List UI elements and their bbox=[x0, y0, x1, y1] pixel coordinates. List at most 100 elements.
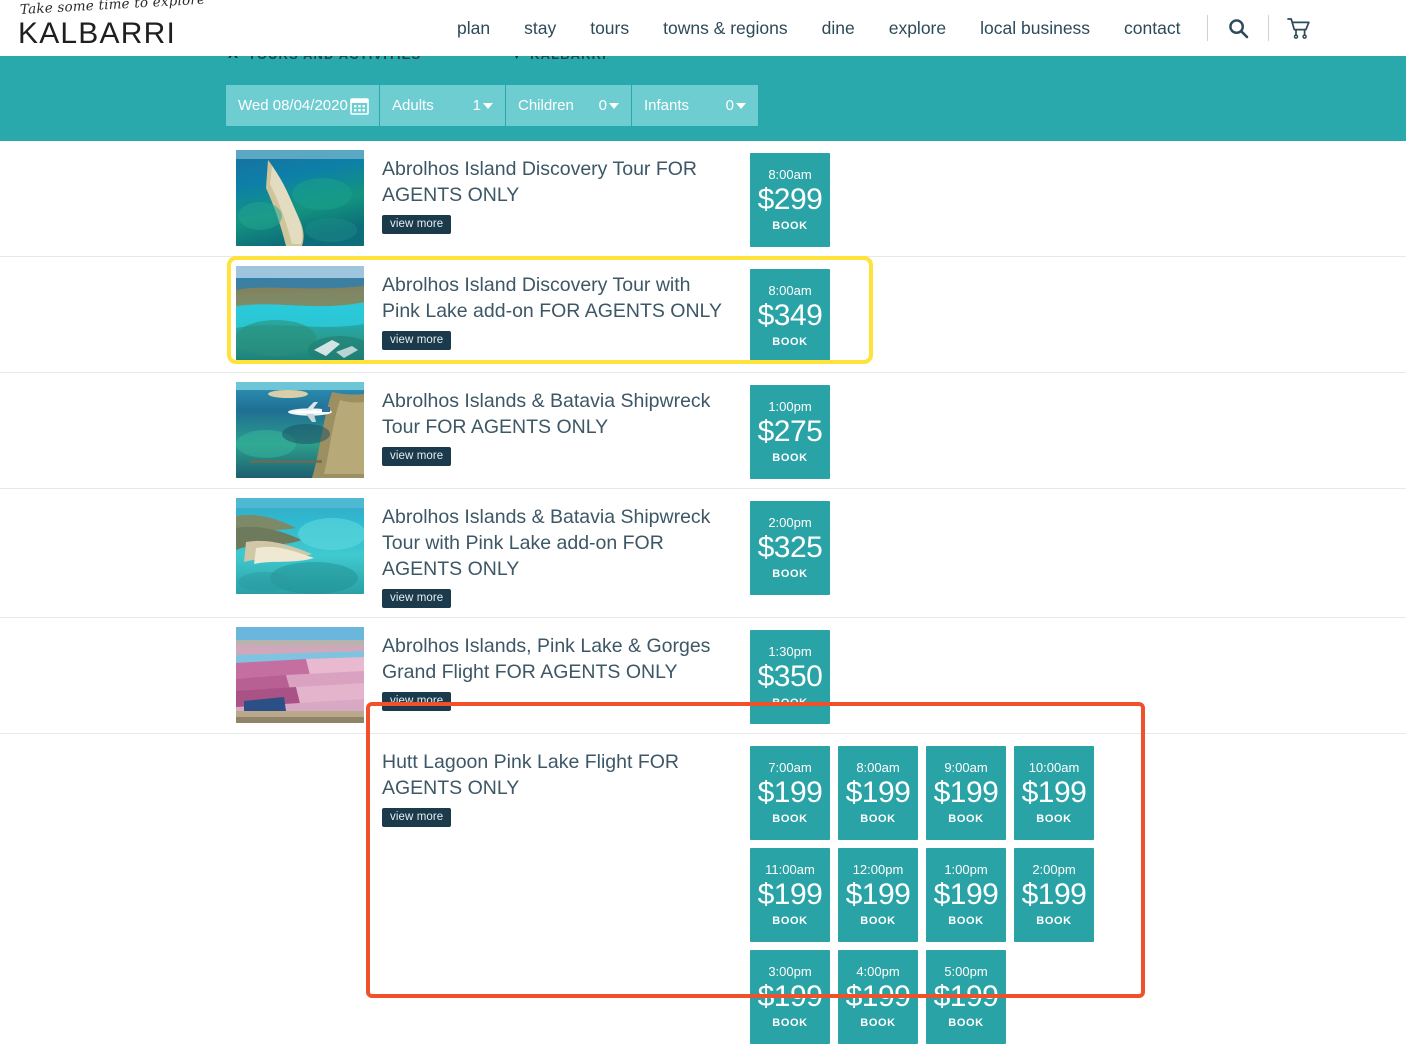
pink-lake-salt-ponds-photo[interactable] bbox=[236, 627, 364, 723]
table-row[interactable]: Abrolhos Island Discovery Tour FOR AGENT… bbox=[0, 141, 1406, 257]
slot-time: 7:00am bbox=[768, 760, 812, 775]
book-label: BOOK bbox=[772, 697, 808, 709]
infants-value: 0 bbox=[725, 97, 734, 114]
chevron-down-icon[interactable] bbox=[483, 102, 493, 109]
calendar-icon[interactable] bbox=[350, 96, 369, 115]
children-label: Children bbox=[518, 97, 574, 114]
slot-price: $199 bbox=[1021, 776, 1087, 809]
book-label: BOOK bbox=[860, 915, 896, 927]
chevron-down-icon[interactable] bbox=[736, 102, 746, 109]
view-more-button[interactable]: view more bbox=[382, 692, 452, 711]
chevron-down-icon[interactable] bbox=[609, 102, 619, 109]
booking-slot[interactable]: 8:00am $199 BOOK bbox=[838, 746, 918, 840]
nav-divider bbox=[1268, 15, 1270, 41]
search-icon[interactable] bbox=[1218, 11, 1258, 45]
booking-slot[interactable]: 1:00pm $275 BOOK bbox=[750, 385, 830, 479]
time-slot-group: 1:30pm $350 BOOK bbox=[750, 627, 1122, 724]
aerial-turquoise-reef-photo[interactable] bbox=[236, 266, 364, 362]
book-label: BOOK bbox=[772, 1017, 808, 1029]
booking-slot[interactable]: 12:00pm $199 BOOK bbox=[838, 848, 918, 942]
table-row[interactable]: Hutt Lagoon Pink Lake Flight FOR AGENTS … bbox=[0, 734, 1406, 1053]
aerial-island-reef-photo[interactable] bbox=[236, 150, 364, 246]
nav-item-tours[interactable]: tours bbox=[573, 18, 646, 39]
time-slot-group: 7:00am $199 BOOK 8:00am $199 BOOK 9:00am… bbox=[750, 743, 1122, 1044]
cart-icon[interactable] bbox=[1279, 11, 1319, 45]
tour-title[interactable]: Abrolhos Island Discovery Tour FOR AGENT… bbox=[382, 156, 732, 208]
nav-item-towns-regions[interactable]: towns & regions bbox=[646, 18, 805, 39]
book-label: BOOK bbox=[948, 1017, 984, 1029]
time-slot-group: 2:00pm $325 BOOK bbox=[750, 498, 1122, 595]
booking-slot[interactable]: 11:00am $199 BOOK bbox=[750, 848, 830, 942]
adults-value: 1 bbox=[472, 97, 481, 114]
view-more-button[interactable]: view more bbox=[382, 447, 452, 466]
table-row[interactable]: Abrolhos Islands & Batavia Shipwreck Tou… bbox=[0, 489, 1406, 618]
slot-price: $275 bbox=[757, 415, 823, 448]
children-field[interactable]: Children 0 bbox=[506, 85, 632, 126]
slot-price: $199 bbox=[933, 776, 999, 809]
nav-item-explore[interactable]: explore bbox=[872, 18, 963, 39]
logo-wordmark: KALBARRI bbox=[18, 17, 176, 50]
booking-slot[interactable]: 10:00am $199 BOOK bbox=[1014, 746, 1094, 840]
slot-price: $199 bbox=[933, 878, 999, 911]
date-value: Wed 08/04/2020 bbox=[238, 97, 348, 114]
book-label: BOOK bbox=[772, 220, 808, 232]
nav-item-contact[interactable]: contact bbox=[1107, 18, 1197, 39]
slot-price: $199 bbox=[845, 980, 911, 1013]
nav-item-dine[interactable]: dine bbox=[805, 18, 872, 39]
tour-title[interactable]: Abrolhos Island Discovery Tour with Pink… bbox=[382, 272, 732, 324]
thumbnail-placeholder bbox=[236, 743, 364, 839]
booking-slot[interactable]: 3:00pm $199 BOOK bbox=[750, 950, 830, 1044]
book-label: BOOK bbox=[772, 336, 808, 348]
aerial-plane-over-reef-photo[interactable] bbox=[236, 382, 364, 478]
tour-title[interactable]: Abrolhos Islands, Pink Lake & Gorges Gra… bbox=[382, 633, 732, 685]
booking-slot[interactable]: 8:00am $299 BOOK bbox=[750, 153, 830, 247]
tour-title[interactable]: Hutt Lagoon Pink Lake Flight FOR AGENTS … bbox=[382, 749, 732, 801]
booking-slot[interactable]: 8:00am $349 BOOK bbox=[750, 269, 830, 363]
logo[interactable]: Take some time to explore KALBARRI bbox=[14, 0, 206, 56]
booking-slot[interactable]: 9:00am $199 BOOK bbox=[926, 746, 1006, 840]
site-header: Take some time to explore KALBARRI plan … bbox=[0, 0, 1406, 56]
slot-time: 4:00pm bbox=[856, 964, 900, 979]
slot-price: $350 bbox=[757, 660, 823, 693]
infants-field[interactable]: Infants 0 bbox=[632, 85, 758, 126]
nav-item-plan[interactable]: plan bbox=[440, 18, 507, 39]
adults-field[interactable]: Adults 1 bbox=[380, 85, 506, 126]
booking-slot[interactable]: 1:30pm $350 BOOK bbox=[750, 630, 830, 724]
view-more-button[interactable]: view more bbox=[382, 331, 452, 350]
time-slot-group: 1:00pm $275 BOOK bbox=[750, 382, 1122, 479]
booking-slot[interactable]: 2:00pm $199 BOOK bbox=[1014, 848, 1094, 942]
slot-price: $299 bbox=[757, 183, 823, 216]
slot-price: $349 bbox=[757, 299, 823, 332]
booking-slot[interactable]: 4:00pm $199 BOOK bbox=[838, 950, 918, 1044]
tour-title[interactable]: Abrolhos Islands & Batavia Shipwreck Tou… bbox=[382, 504, 732, 582]
slot-time: 1:30pm bbox=[768, 644, 812, 659]
slot-time: 5:00pm bbox=[944, 964, 988, 979]
table-row[interactable]: Abrolhos Islands & Batavia Shipwreck Tou… bbox=[0, 373, 1406, 489]
book-label: BOOK bbox=[948, 813, 984, 825]
children-value: 0 bbox=[598, 97, 607, 114]
view-more-button[interactable]: view more bbox=[382, 589, 452, 608]
booking-slot[interactable]: 2:00pm $325 BOOK bbox=[750, 501, 830, 595]
main-navigation: plan stay tours towns & regions dine exp… bbox=[440, 0, 1319, 56]
booking-slot[interactable]: 7:00am $199 BOOK bbox=[750, 746, 830, 840]
table-row[interactable]: Abrolhos Islands, Pink Lake & Gorges Gra… bbox=[0, 618, 1406, 734]
booking-slot[interactable]: 1:00pm $199 BOOK bbox=[926, 848, 1006, 942]
booking-slot[interactable]: 5:00pm $199 BOOK bbox=[926, 950, 1006, 1044]
table-row[interactable]: Abrolhos Island Discovery Tour with Pink… bbox=[0, 257, 1406, 373]
tour-title[interactable]: Abrolhos Islands & Batavia Shipwreck Tou… bbox=[382, 388, 732, 440]
slot-time: 11:00am bbox=[765, 862, 815, 877]
aerial-island-sandbar-photo[interactable] bbox=[236, 498, 364, 594]
slot-time: 8:00am bbox=[768, 167, 812, 182]
date-field[interactable]: Wed 08/04/2020 bbox=[226, 85, 380, 126]
view-more-button[interactable]: view more bbox=[382, 808, 452, 827]
nav-item-local-business[interactable]: local business bbox=[963, 18, 1107, 39]
slot-time: 8:00am bbox=[856, 760, 900, 775]
book-label: BOOK bbox=[1036, 915, 1072, 927]
slot-time: 9:00am bbox=[944, 760, 988, 775]
slot-price: $325 bbox=[757, 531, 823, 564]
book-label: BOOK bbox=[860, 813, 896, 825]
nav-item-stay[interactable]: stay bbox=[507, 18, 573, 39]
view-more-button[interactable]: view more bbox=[382, 215, 452, 234]
book-label: BOOK bbox=[772, 915, 808, 927]
slot-time: 1:00pm bbox=[768, 399, 812, 414]
